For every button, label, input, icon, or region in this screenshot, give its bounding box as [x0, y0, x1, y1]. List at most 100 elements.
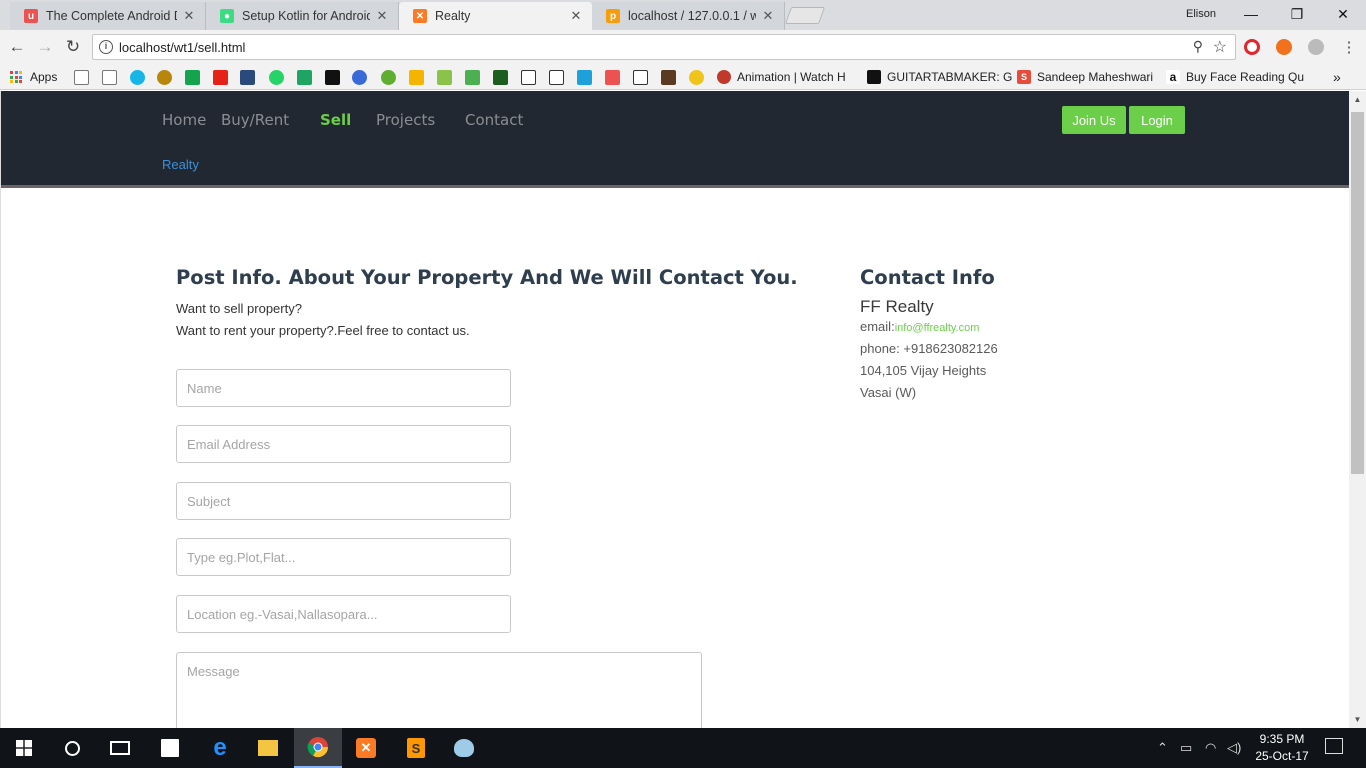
opera-icon[interactable]: [1244, 39, 1260, 55]
bookmark-icon[interactable]: [185, 70, 200, 85]
volume-icon[interactable]: ◁): [1227, 740, 1241, 756]
android-icon[interactable]: [437, 70, 452, 85]
bookmark-icon[interactable]: [493, 70, 508, 85]
store-button[interactable]: [146, 728, 194, 768]
apps-label: Apps: [30, 70, 58, 84]
brand-link-realty[interactable]: Realty: [162, 157, 199, 172]
page-scrollbar[interactable]: ▲ ▼: [1349, 91, 1366, 728]
tab-realty[interactable]: ✕ Realty ✕: [399, 2, 592, 30]
intro-text-sell: Want to sell property?: [176, 301, 302, 316]
zoom-icon[interactable]: ⚲: [1193, 38, 1203, 55]
address-bar[interactable]: i localhost/wt1/sell.html ⚲ ☆: [92, 34, 1236, 60]
tab-complete-android[interactable]: u The Complete Android D ✕: [10, 2, 206, 30]
cortana-icon: [64, 740, 80, 756]
android-studio-icon: ●: [220, 9, 234, 23]
bookmark-icon[interactable]: [633, 70, 648, 85]
scroll-down-icon[interactable]: ▼: [1349, 711, 1366, 728]
notifications-icon[interactable]: [1325, 738, 1343, 754]
xampp-button[interactable]: ✕: [342, 728, 390, 768]
file-explorer-button[interactable]: [244, 728, 292, 768]
paint-button[interactable]: [440, 728, 488, 768]
bookmark-icon[interactable]: [157, 70, 172, 85]
name-input[interactable]: [176, 369, 511, 407]
close-icon[interactable]: ✕: [760, 8, 776, 24]
codepen-icon[interactable]: [549, 70, 564, 85]
close-window-icon[interactable]: ✕: [1320, 0, 1366, 28]
email-input[interactable]: [176, 425, 511, 463]
subject-input[interactable]: [176, 482, 511, 520]
start-button[interactable]: [0, 728, 48, 768]
page-icon[interactable]: [74, 70, 89, 85]
system-clock[interactable]: 9:35 PM 25-Oct-17: [1252, 731, 1312, 765]
nav-link-home[interactable]: Home: [162, 111, 206, 129]
tab-phpmyadmin[interactable]: p localhost / 127.0.0.1 / wt ✕: [592, 2, 785, 30]
restore-icon[interactable]: ❐: [1274, 0, 1320, 28]
bookmark-label: Buy Face Reading Qu: [1186, 70, 1305, 84]
extension-flame-icon[interactable]: [1276, 39, 1292, 55]
bookmark-icon[interactable]: [130, 70, 145, 85]
back-icon[interactable]: ←: [6, 36, 28, 58]
bookmark-animation[interactable]: Animation | Watch H: [717, 68, 846, 86]
bookmark-u-icon[interactable]: [577, 70, 592, 85]
bookmark-icon[interactable]: [409, 70, 424, 85]
new-tab-button[interactable]: [784, 7, 826, 24]
browser-tab-strip: u The Complete Android D ✕ ● Setup Kotli…: [0, 0, 1366, 30]
scroll-up-icon[interactable]: ▲: [1349, 91, 1366, 108]
join-us-button[interactable]: Join Us: [1062, 106, 1126, 134]
nav-link-projects[interactable]: Projects: [376, 111, 435, 129]
nav-link-buy-rent[interactable]: Buy/Rent: [221, 111, 289, 129]
bookmark-guitartabmaker[interactable]: GUITARTABMAKER: G: [867, 68, 1012, 86]
close-icon[interactable]: ✕: [374, 8, 390, 24]
whatsapp-icon[interactable]: [269, 70, 284, 85]
codepen-icon[interactable]: [521, 70, 536, 85]
udemy-icon[interactable]: [605, 70, 620, 85]
property-type-input[interactable]: [176, 538, 511, 576]
bookmark-sandeep[interactable]: S Sandeep Maheshwari: [1017, 68, 1153, 86]
search-button[interactable]: [48, 728, 96, 768]
bookmark-icon[interactable]: [381, 70, 396, 85]
page-icon[interactable]: [102, 70, 117, 85]
menu-icon[interactable]: ⋮: [1338, 36, 1360, 58]
bookmarks-overflow-icon[interactable]: »: [1333, 68, 1341, 86]
extension-gray-icon[interactable]: [1308, 39, 1324, 55]
apps-bookmark[interactable]: Apps: [10, 68, 57, 86]
login-button[interactable]: Login: [1129, 106, 1185, 134]
reload-icon[interactable]: ↻: [62, 36, 84, 58]
close-icon[interactable]: ✕: [568, 8, 584, 24]
bookmark-cc-icon[interactable]: [661, 70, 676, 85]
sublime-button[interactable]: S: [392, 728, 440, 768]
email-link[interactable]: info@ffrealty.com: [895, 322, 980, 334]
w3-icon[interactable]: [465, 70, 480, 85]
bookmark-icon: [867, 70, 881, 84]
nav-link-sell[interactable]: Sell: [320, 111, 351, 129]
chrome-icon: [307, 737, 329, 758]
tray-overflow-icon[interactable]: ⌃: [1157, 740, 1168, 756]
bookmark-p-icon[interactable]: [325, 70, 340, 85]
profile-name[interactable]: Elison: [1186, 8, 1216, 20]
scrollbar-thumb[interactable]: [1351, 112, 1364, 474]
location-input[interactable]: [176, 595, 511, 633]
bookmark-icon[interactable]: [240, 70, 255, 85]
close-icon[interactable]: ✕: [181, 8, 197, 24]
tab-title: localhost / 127.0.0.1 / wt: [628, 9, 756, 23]
bookmark-buy-face-reading[interactable]: a Buy Face Reading Qu: [1166, 68, 1304, 86]
minimize-icon[interactable]: —: [1228, 0, 1274, 28]
sublime-text-icon: S: [407, 738, 425, 758]
info-icon[interactable]: i: [99, 40, 113, 54]
nav-link-contact[interactable]: Contact: [465, 111, 523, 129]
forward-icon[interactable]: →: [34, 36, 56, 58]
tab-setup-kotlin[interactable]: ● Setup Kotlin for Android ✕: [206, 2, 399, 30]
task-view-button[interactable]: [96, 728, 144, 768]
url-text[interactable]: localhost/wt1/sell.html: [119, 40, 245, 55]
play-icon[interactable]: [352, 70, 367, 85]
edge-button[interactable]: e: [196, 728, 244, 768]
star-icon[interactable]: ☆: [1213, 37, 1227, 57]
intro-text-rent: Want to rent your property?.Feel free to…: [176, 323, 470, 338]
bookmark-icon[interactable]: [689, 70, 704, 85]
wifi-icon[interactable]: ◠: [1205, 740, 1216, 756]
battery-icon[interactable]: ▭: [1180, 740, 1192, 756]
youtube-icon[interactable]: [213, 70, 228, 85]
drive-icon[interactable]: [297, 70, 312, 85]
message-textarea[interactable]: [176, 652, 702, 728]
chrome-button[interactable]: [294, 728, 342, 768]
